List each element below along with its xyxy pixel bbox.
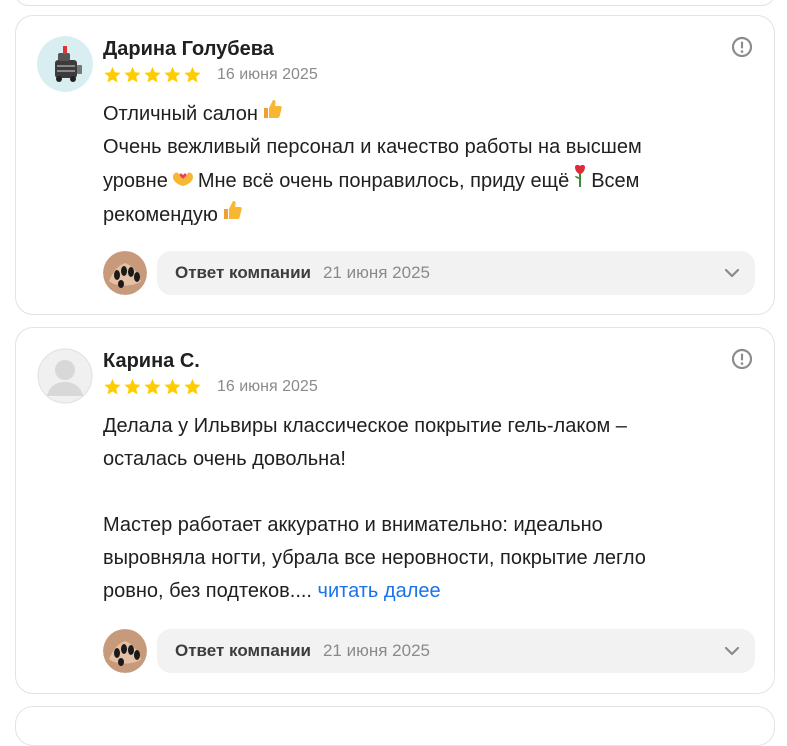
previous-review-card	[15, 0, 775, 6]
robot-avatar-icon	[37, 36, 93, 92]
review-line: Отличный салон	[103, 103, 258, 125]
star-icon	[184, 66, 201, 83]
avatar[interactable]	[37, 348, 93, 404]
star-icon	[124, 378, 141, 395]
thumbs-up-icon	[221, 199, 243, 232]
paragraph-break	[103, 476, 723, 509]
star-icon	[104, 378, 121, 395]
avatar[interactable]	[37, 36, 93, 92]
review-text: Отличный салон Очень вежливый персонал и…	[103, 98, 723, 232]
review-date: 16 июня 2025	[217, 378, 318, 395]
nails-logo-icon	[103, 629, 147, 673]
review-line: выровняла ногти, убрала все неровности, …	[103, 547, 646, 569]
star-icon	[104, 66, 121, 83]
report-icon[interactable]	[731, 348, 753, 370]
chevron-down-icon	[724, 268, 740, 278]
review-text: Делала у Ильвиры классическое покрытие г…	[103, 410, 723, 608]
company-avatar	[103, 629, 147, 673]
heart-hands-icon	[171, 165, 195, 198]
report-icon[interactable]	[731, 36, 753, 58]
rose-icon	[572, 164, 588, 199]
reviewer-name[interactable]: Дарина Голубева	[103, 38, 274, 61]
review-line: Всем	[591, 170, 640, 192]
reply-label: Ответ компании	[175, 641, 311, 660]
review-line: Делала у Ильвиры классическое покрытие г…	[103, 415, 627, 437]
thumbs-up-icon	[261, 98, 283, 131]
star-icon	[144, 66, 161, 83]
reply-date: 21 июня 2025	[322, 263, 430, 282]
company-avatar	[103, 251, 147, 295]
reply-label: Ответ компании	[175, 263, 311, 282]
review-date: 16 июня 2025	[217, 66, 318, 83]
rating-stars	[103, 378, 202, 396]
default-user-avatar-icon	[37, 348, 93, 404]
review-line: ровно, без подтеков....	[103, 580, 312, 602]
next-review-card	[15, 706, 775, 746]
review-line: рекомендую	[103, 204, 218, 227]
star-icon	[124, 66, 141, 83]
company-reply-toggle[interactable]: Ответ компании 21 июня 2025	[157, 251, 755, 295]
star-icon	[184, 378, 201, 395]
review-line: Мне всё очень понравилось, приду ещё	[197, 170, 570, 192]
chevron-down-icon	[724, 646, 740, 656]
review-card: Дарина Голубева 16 июня 2025 Отличный са…	[15, 15, 775, 315]
review-line: Очень вежливый персонал и качество работ…	[103, 136, 642, 159]
review-line: уровне	[103, 170, 168, 192]
star-icon	[164, 66, 181, 83]
company-reply-toggle[interactable]: Ответ компании 21 июня 2025	[157, 629, 755, 673]
reply-date: 21 июня 2025	[322, 641, 430, 660]
review-card: Карина С. 16 июня 2025 Делала у Ильвиры …	[15, 327, 775, 694]
rating-stars	[103, 66, 202, 84]
star-icon	[164, 378, 181, 395]
review-line: Мастер работает аккуратно и внимательно:…	[103, 514, 603, 536]
nails-logo-icon	[103, 251, 147, 295]
reviewer-name[interactable]: Карина С.	[103, 350, 200, 373]
review-line: осталась очень довольна!	[103, 448, 346, 470]
read-more-link[interactable]: читать далее	[318, 580, 441, 602]
star-icon	[144, 378, 161, 395]
